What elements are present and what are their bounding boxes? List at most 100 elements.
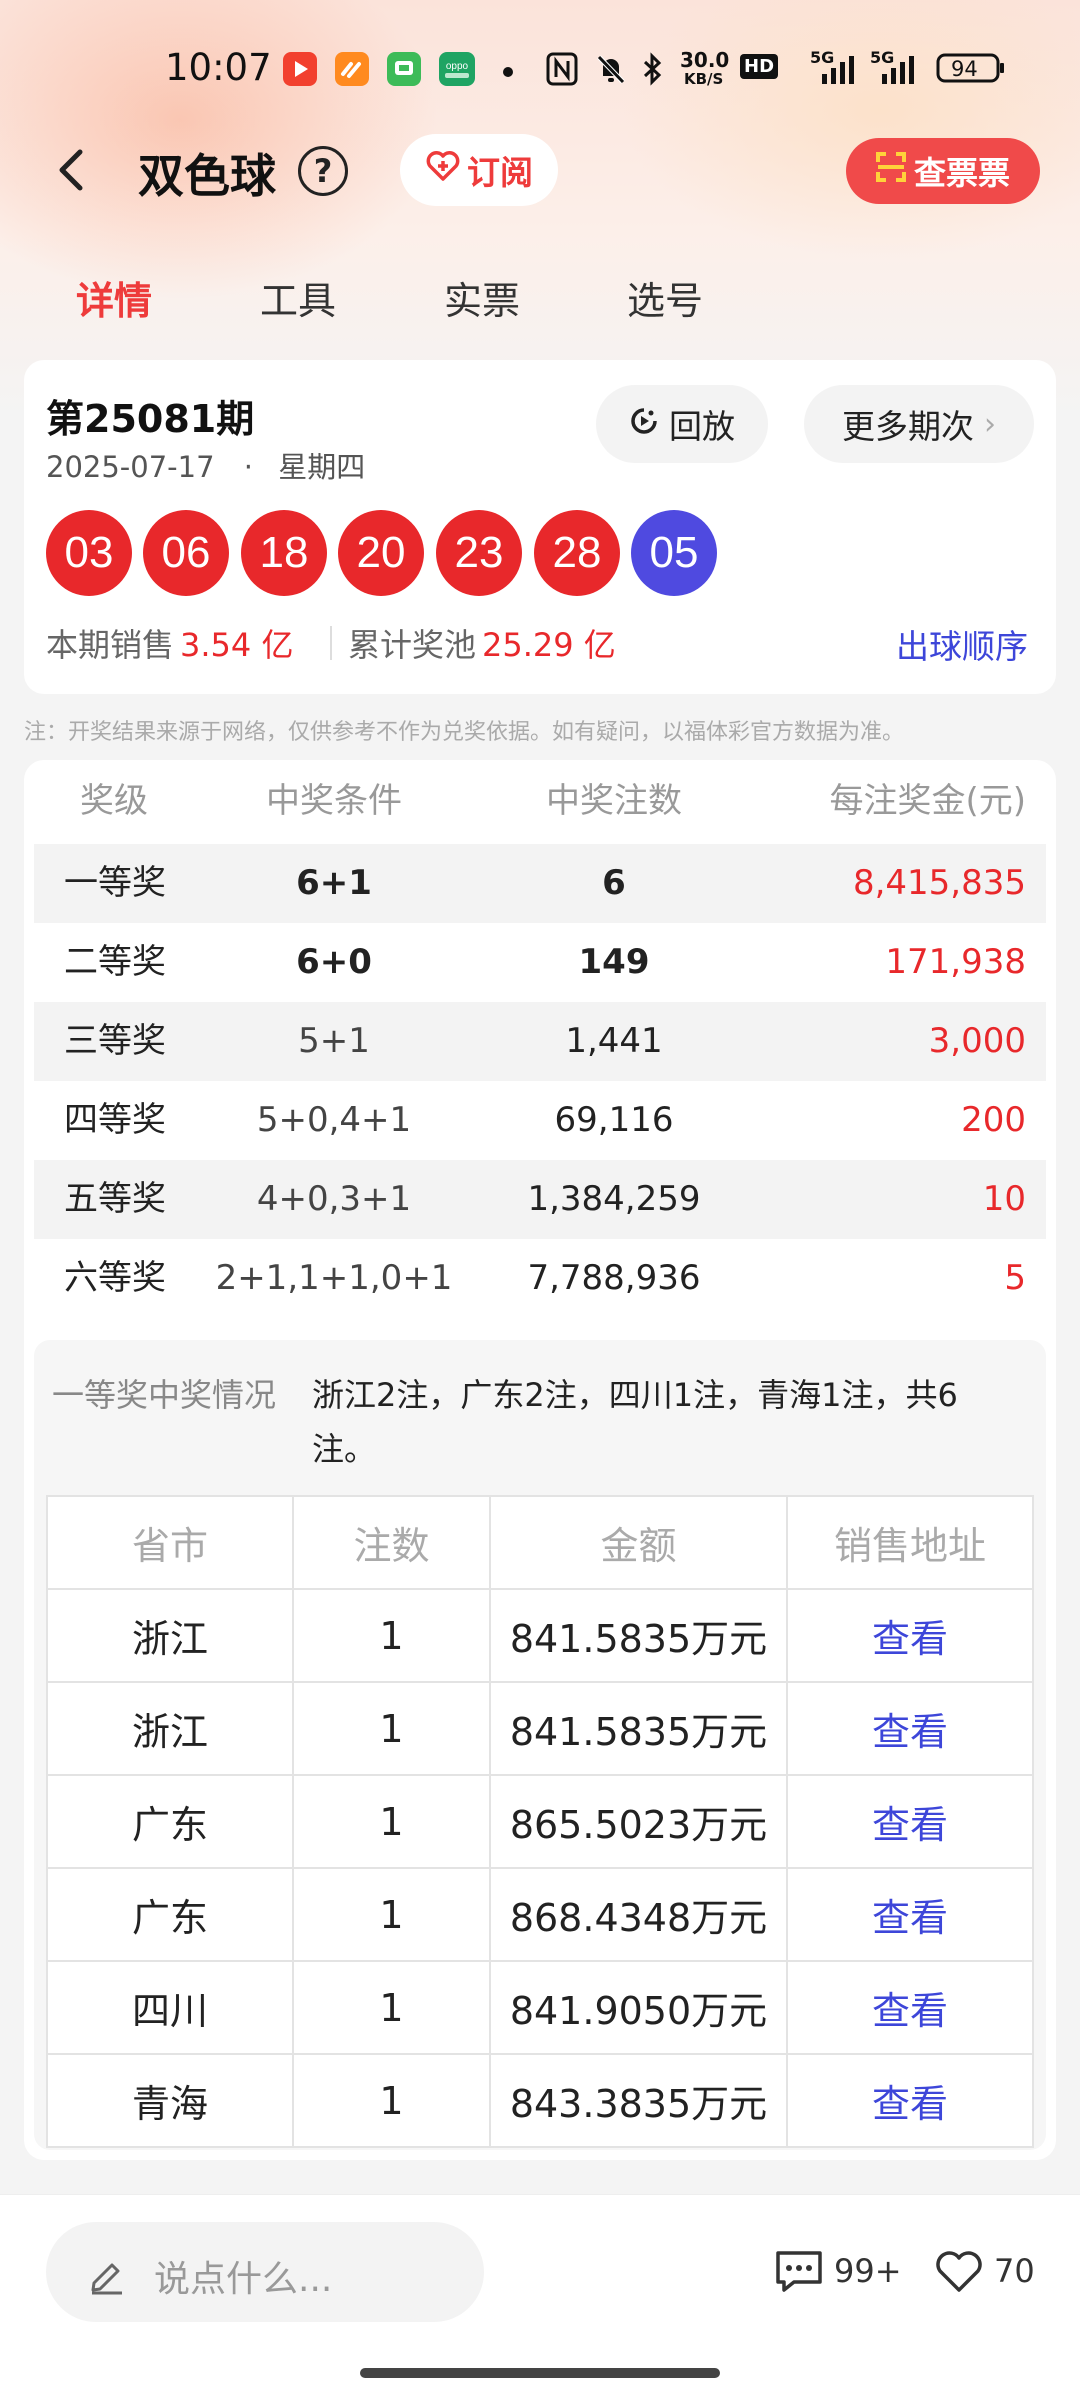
tab-details[interactable]: 详情 [76, 270, 152, 325]
prize-amount: 171,938 [885, 942, 1026, 982]
prize-amount: 3,000 [928, 1021, 1026, 1061]
draw-date-value: 2025-07-17 [46, 450, 215, 484]
tab-real-tickets[interactable]: 实票 [444, 270, 520, 325]
taobao-app-icon [335, 52, 369, 86]
message-app-icon [387, 52, 421, 86]
red-ball: 23 [436, 510, 522, 596]
comment-icon[interactable] [772, 2248, 826, 2298]
status-time: 10:07 [165, 46, 272, 89]
replay-button[interactable]: 回放 [596, 385, 768, 463]
prize-count: 149 [578, 942, 650, 982]
header-address: 销售地址 [786, 1495, 1034, 1590]
svg-text:oppo: oppo [446, 61, 469, 72]
prize-condition: 2+1,1+1,0+1 [215, 1258, 453, 1298]
video-app-icon [283, 52, 317, 86]
header-province: 省市 [46, 1495, 294, 1590]
view-address-link[interactable]: 查看 [786, 1960, 1034, 2055]
more-issues-label: 更多期次 [842, 407, 974, 446]
winner-count: 1 [292, 1867, 491, 1962]
winner-count: 1 [292, 1960, 491, 2055]
red-ball: 18 [241, 510, 327, 596]
winner-amount: 841.5835万元 [489, 1588, 788, 1683]
red-ball: 06 [143, 510, 229, 596]
prize-amount: 8,415,835 [852, 863, 1026, 903]
prize-count: 1,441 [565, 1021, 663, 1061]
winner-province: 浙江 [46, 1588, 294, 1683]
back-icon[interactable] [52, 148, 92, 192]
prize-level: 六等奖 [64, 1258, 166, 1298]
prize-row: 六等奖 2+1,1+1,0+1 7,788,936 5 [34, 1239, 1046, 1318]
winner-count: 1 [292, 2053, 491, 2148]
prize-count: 1,384,259 [527, 1179, 701, 1219]
signal-icon-1 [812, 56, 858, 90]
prize-condition: 6+0 [296, 942, 372, 982]
header-count: 中奖注数 [546, 781, 682, 821]
winner-count: 1 [292, 1774, 491, 1869]
winner-amount: 868.4348万元 [489, 1867, 788, 1962]
like-count: 70 [994, 2252, 1035, 2290]
ball-order-link[interactable]: 出球顺序 [896, 620, 1028, 668]
pool-label: 累计奖池 [348, 626, 477, 664]
scan-icon [875, 152, 906, 190]
status-bar: 10:07 oppo 30.0 KB/S HD 5G 5G 94 [0, 40, 1080, 100]
prize-level: 四等奖 [64, 1100, 166, 1140]
comment-count: 99+ [834, 2252, 902, 2290]
check-ticket-button[interactable]: 查票票 [846, 138, 1040, 204]
winner-province: 浙江 [46, 1681, 294, 1776]
winners-summary: 浙江2注，广东2注，四川1注，青海1注，共6注。 [312, 1376, 958, 1468]
dot-icon [503, 62, 513, 96]
more-issues-button[interactable]: 更多期次 › [804, 385, 1034, 463]
header-count: 注数 [292, 1495, 491, 1590]
blue-ball: 05 [631, 510, 717, 596]
view-address-link[interactable]: 查看 [786, 1681, 1034, 1776]
header-level: 奖级 [80, 781, 148, 821]
winner-count: 1 [292, 1588, 491, 1683]
header-condition: 中奖条件 [266, 781, 402, 821]
home-indicator[interactable] [360, 2368, 720, 2378]
prize-condition: 6+1 [296, 863, 372, 903]
winner-row: 广东 1 865.5023万元 查看 [46, 1774, 1034, 1869]
mute-bell-icon [594, 52, 628, 86]
draw-weekday: 星期四 [278, 450, 366, 484]
heart-icon[interactable] [934, 2250, 984, 2298]
battery-level: 94 [951, 57, 978, 81]
chevron-right-icon: › [984, 406, 996, 442]
tab-pick-numbers[interactable]: 选号 [627, 270, 703, 325]
winner-row: 浙江 1 841.5835万元 查看 [46, 1681, 1034, 1776]
tab-tools[interactable]: 工具 [260, 270, 336, 325]
header-amount: 每注奖金(元) [829, 781, 1026, 821]
sales-info: 本期销售 3.54 亿 [46, 620, 293, 666]
issue-number: 第25081期 [46, 397, 255, 441]
view-address-link[interactable]: 查看 [786, 1774, 1034, 1869]
winner-row: 广东 1 868.4348万元 查看 [46, 1867, 1034, 1962]
prize-row: 四等奖 5+0,4+1 69,116 200 [34, 1081, 1046, 1160]
winner-amount: 843.3835万元 [489, 2053, 788, 2148]
disclaimer-note: 注：开奖结果来源于网络，仅供参考不作为兑奖依据。如有疑问，以福体彩官方数据为准。 [24, 720, 905, 745]
prize-row: 五等奖 4+0,3+1 1,384,259 10 [34, 1160, 1046, 1239]
pool-info: 累计奖池 25.29 亿 [348, 620, 616, 666]
help-icon[interactable]: ? [298, 146, 348, 196]
subscribe-button[interactable]: 订阅 [400, 134, 558, 206]
view-address-link[interactable]: 查看 [786, 2053, 1034, 2148]
draw-date: 2025-07-17 · 星期四 [46, 444, 365, 486]
winner-row: 青海 1 843.3835万元 查看 [46, 2053, 1034, 2148]
winner-amount: 841.5835万元 [489, 1681, 788, 1776]
sales-value: 3.54 亿 [180, 626, 294, 664]
pool-value: 25.29 亿 [482, 626, 616, 664]
comment-placeholder: 说点什么... [154, 2259, 333, 2300]
header-amount: 金额 [489, 1495, 788, 1590]
check-ticket-label: 查票票 [913, 154, 1010, 192]
network-speed: 30.0 [680, 48, 730, 72]
view-address-link[interactable]: 查看 [786, 1588, 1034, 1683]
winner-amount: 841.9050万元 [489, 1960, 788, 2055]
date-separator: · [243, 450, 253, 484]
prize-row: 一等奖 6+1 6 8,415,835 [34, 844, 1046, 923]
red-ball: 28 [534, 510, 620, 596]
prize-level: 一等奖 [64, 863, 166, 903]
replay-icon [629, 405, 659, 444]
prize-level: 五等奖 [64, 1179, 166, 1219]
prize-count: 6 [602, 863, 626, 903]
view-address-link[interactable]: 查看 [786, 1867, 1034, 1962]
winners-table-header: 省市 注数 金额 销售地址 [46, 1495, 1034, 1590]
winner-province: 四川 [46, 1960, 294, 2055]
